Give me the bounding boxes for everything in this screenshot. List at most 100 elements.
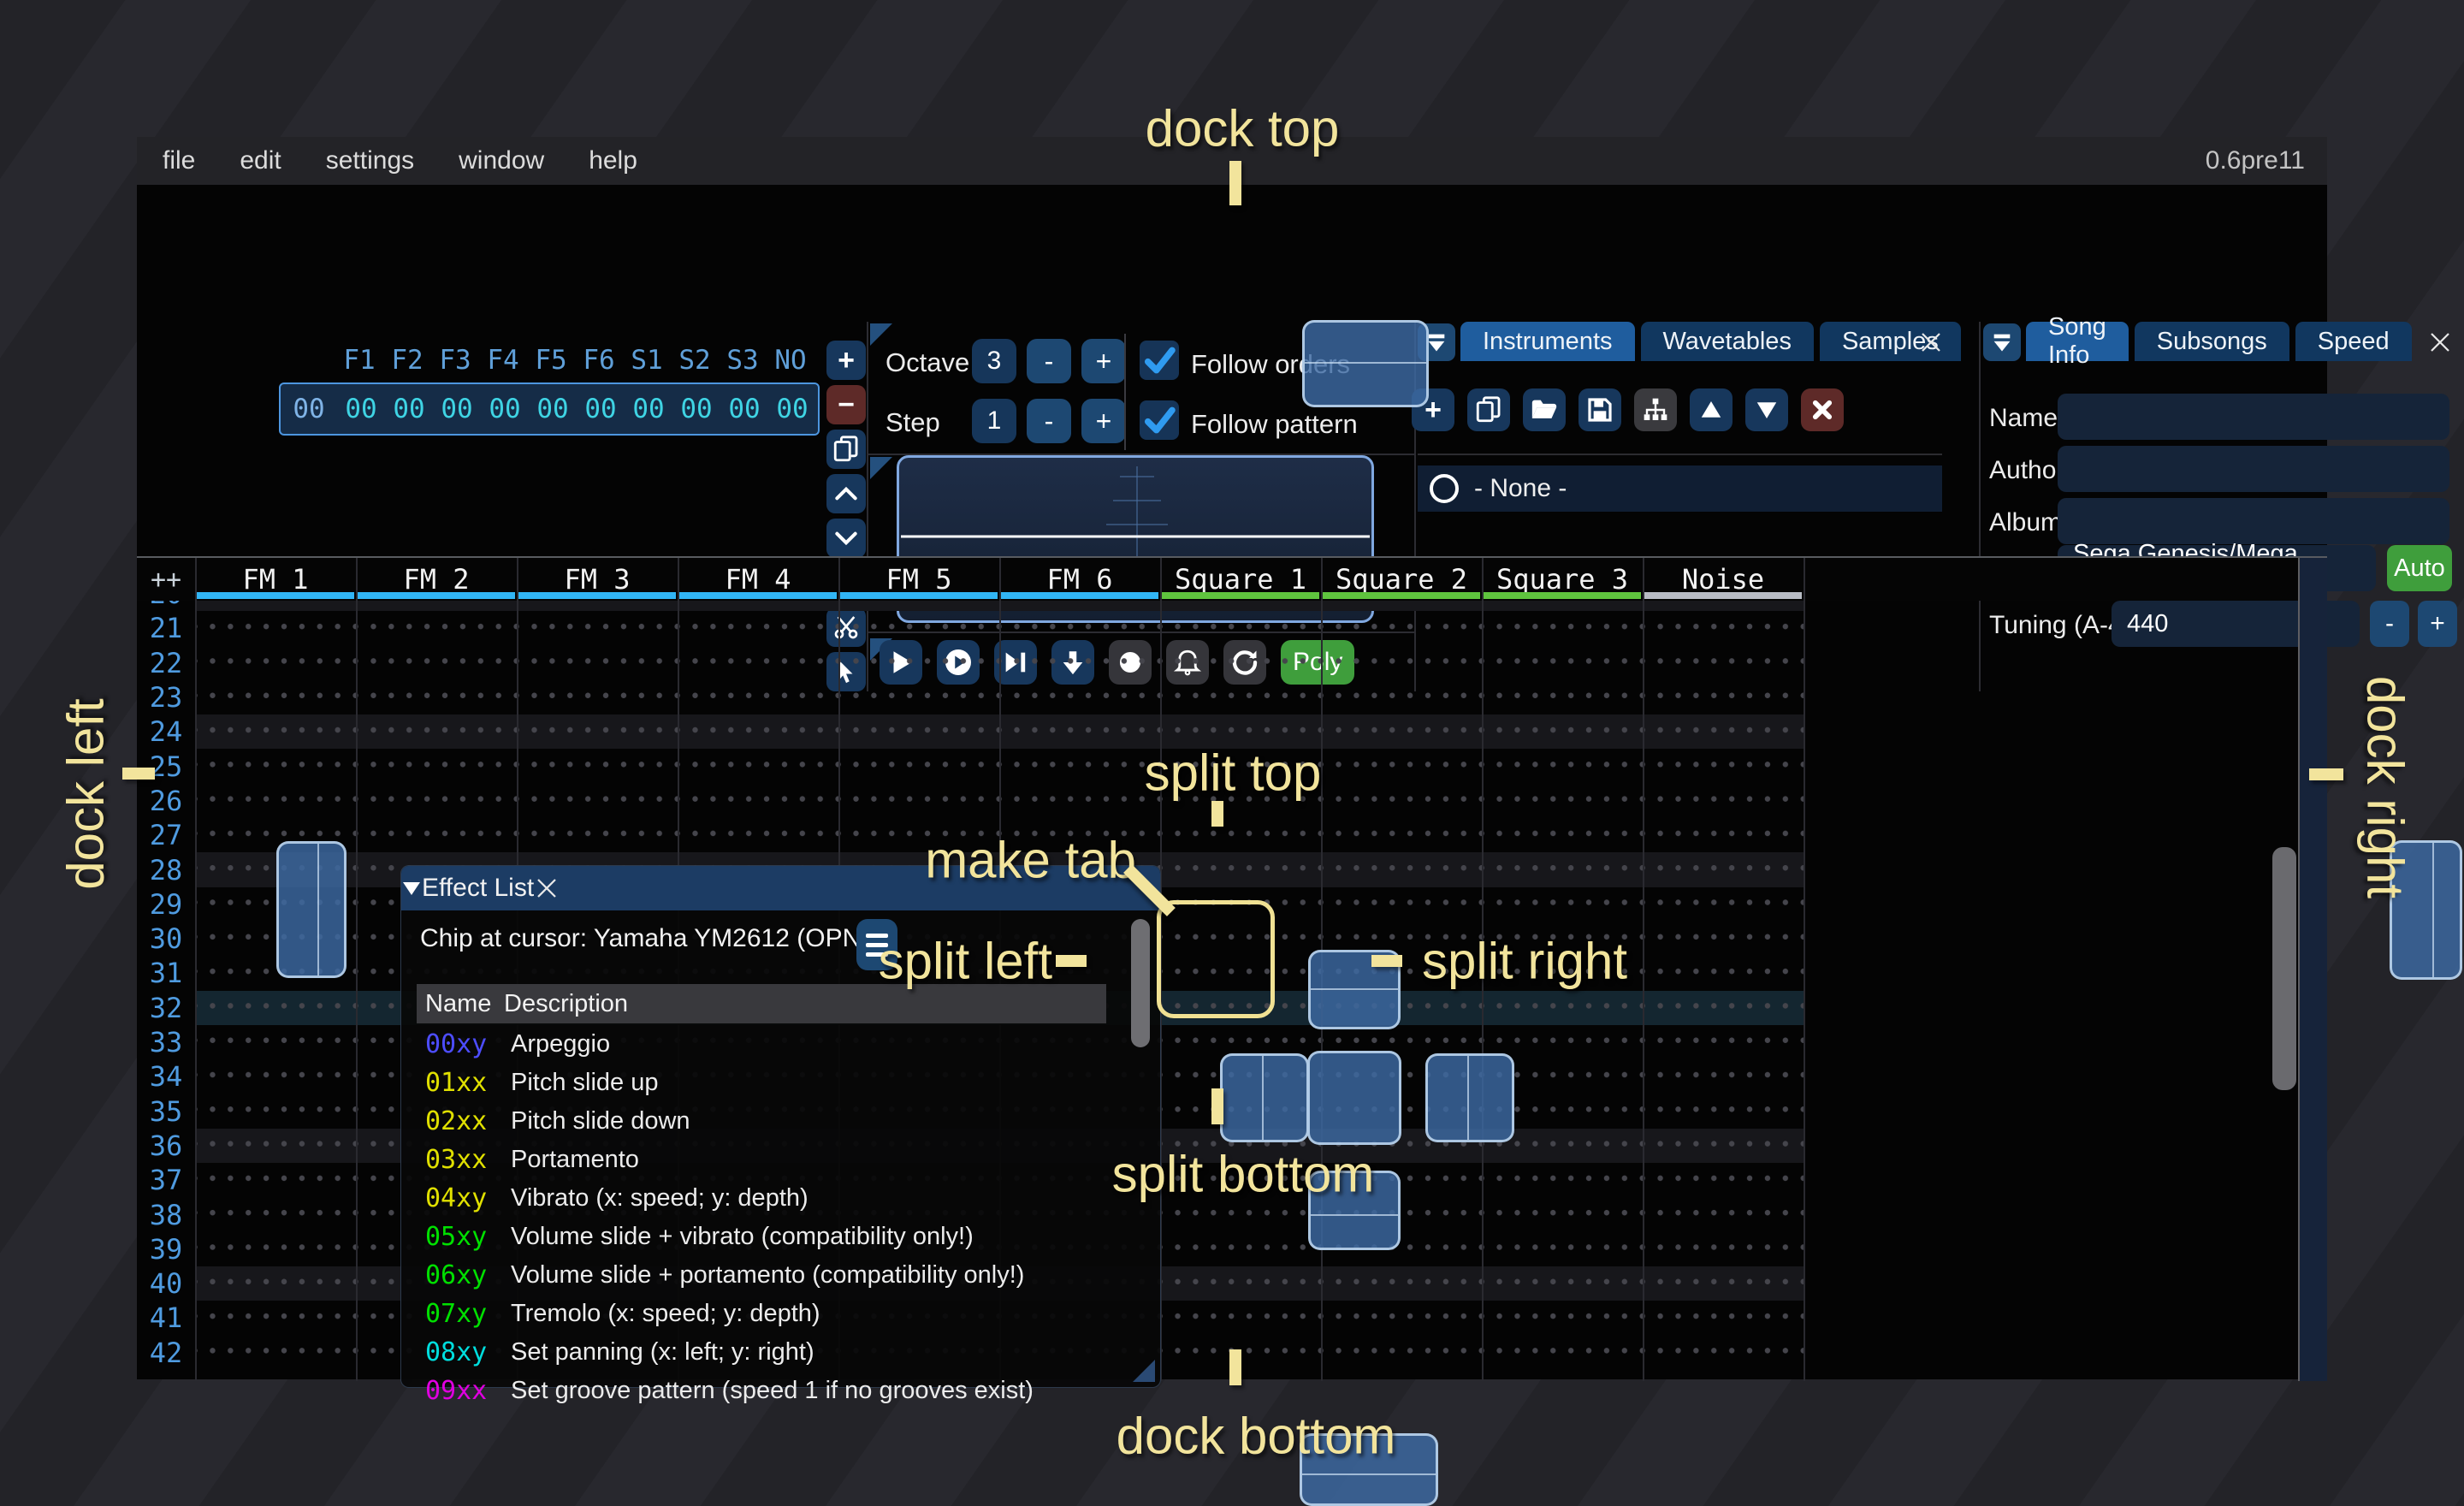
tri-down-icon [1754,397,1780,423]
row-number: 41 [137,1301,195,1334]
follow-orders-checkbox[interactable] [1140,341,1179,380]
effect-row[interactable]: 02xxPitch slide down [417,1102,1135,1141]
fx-collapse-icon [401,878,422,898]
effect-row[interactable]: 00xyArpeggio [417,1025,1135,1064]
order-cell[interactable]: 00 [481,394,529,424]
author-field[interactable] [2058,446,2449,492]
order-cell[interactable]: 00 [577,394,625,424]
tuning-minus-button[interactable]: - [2370,601,2409,647]
orders-move-down-button[interactable] [826,519,866,558]
orders-remove-button[interactable]: − [826,385,866,424]
song-info-close-button[interactable] [2421,323,2459,361]
order-cell[interactable]: 00 [337,394,385,424]
channel-color-bar [1162,592,1319,599]
effect-row[interactable]: 07xyTremolo (x: speed; y: depth) [417,1295,1135,1333]
collapse-icon [1990,330,2014,354]
instruments-close-button[interactable] [1912,323,1950,361]
order-cell[interactable]: 00 [529,394,577,424]
order-cell[interactable]: 00 [433,394,481,424]
order-cell[interactable]: 00 [672,394,720,424]
menu-item-window[interactable]: window [459,146,544,175]
octave-value[interactable]: 3 [972,339,1016,383]
channel-header-fm-1[interactable]: FM 1 [195,558,356,601]
split-left-target[interactable] [1220,1053,1309,1142]
pattern-corner-button[interactable]: ++ [137,558,195,601]
channel-header-square-1[interactable]: Square 1 [1160,558,1321,601]
menu-item-help[interactable]: help [589,146,637,175]
version-label: 0.6pre11 [2206,137,2305,185]
effect-row[interactable]: 01xxPitch slide up [417,1064,1135,1102]
effect-row[interactable]: 08xySet panning (x: left; y: right) [417,1333,1135,1372]
annotation-line [122,768,155,780]
order-cell[interactable]: 00 [625,394,672,424]
folders-icon [1642,396,1669,424]
instruments-tab-instruments[interactable]: Instruments [1460,322,1635,361]
close-icon[interactable] [534,875,560,901]
effect-row[interactable]: 04xyVibrato (x: speed; y: depth) [417,1179,1135,1218]
effect-row[interactable]: 06xyVolume slide + portamento (compatibi… [417,1256,1135,1295]
song-info-collapse-button[interactable] [1983,323,2021,361]
make-tab-target[interactable] [1307,1051,1401,1145]
channel-header-fm-3[interactable]: FM 3 [517,558,678,601]
instrument-move-down-button[interactable] [1745,388,1788,431]
instrument-open-button[interactable] [1523,388,1566,431]
resize-grip[interactable] [1133,1360,1155,1382]
instrument-move-up-button[interactable] [1690,388,1732,431]
octave-plus-button[interactable]: + [1081,339,1126,383]
effect-row[interactable]: 09xxSet groove pattern (speed 1 if no gr… [417,1372,1135,1410]
instrument-duplicate-button[interactable] [1467,388,1510,431]
pattern-scrollbar-thumb[interactable] [2272,847,2296,1090]
song-tab-subsongs[interactable]: Subsongs [2135,322,2289,361]
duplicate-icon [1474,395,1503,424]
row-number: 35 [137,1095,195,1128]
channel-header-fm-6[interactable]: FM 6 [999,558,1160,601]
step-value[interactable]: 1 [972,399,1016,443]
make-tab-highlight-ring [1157,900,1275,1018]
name-field[interactable] [2058,394,2449,440]
orders-move-up-button[interactable] [826,474,866,513]
channel-header-square-3[interactable]: Square 3 [1482,558,1643,601]
instrument-list-item[interactable]: - None - [1418,465,1942,512]
channel-header-fm-4[interactable]: FM 4 [678,558,838,601]
effect-row[interactable]: 03xxPortamento [417,1141,1135,1179]
effect-description: Pitch slide down [511,1107,690,1135]
follow-pattern-checkbox[interactable] [1140,400,1179,440]
instrument-folders-button[interactable] [1634,388,1677,431]
instrument-delete-button[interactable] [1801,388,1844,431]
annotation-make-tab: make tab [925,831,1136,890]
octave-minus-button[interactable]: - [1027,339,1071,383]
close-icon[interactable] [1918,329,1944,355]
effect-row[interactable]: 05xyVolume slide + vibrato (compatibilit… [417,1218,1135,1256]
effect-description: Arpeggio [511,1030,610,1058]
song-tab-song-info[interactable]: Song Info [2026,322,2129,361]
order-cell[interactable]: 00 [720,394,768,424]
channel-header-fm-2[interactable]: FM 2 [356,558,517,601]
auto-button[interactable]: Auto [2387,545,2452,591]
dock-left-target[interactable] [276,841,346,978]
split-right-target[interactable] [1425,1053,1514,1142]
album-field[interactable] [2058,498,2449,544]
dock-top-target[interactable] [1302,320,1429,407]
orders-row[interactable]: 0000000000000000000000 [279,382,820,436]
step-minus-button[interactable]: - [1027,399,1071,443]
order-cell[interactable]: 00 [385,394,433,424]
step-plus-button[interactable]: + [1081,399,1126,443]
menu-item-settings[interactable]: settings [326,146,414,175]
instruments-tab-wavetables[interactable]: Wavetables [1641,322,1814,361]
menu-item-file[interactable]: file [163,146,195,175]
orders-column-F1: F1 [335,345,383,379]
pattern-scrollbar-track[interactable] [2300,558,2327,1381]
channel-header-noise[interactable]: Noise [1643,558,1804,601]
orders-add-button[interactable]: + [826,341,866,380]
order-cell[interactable]: 00 [768,394,816,424]
close-icon[interactable] [2427,329,2453,355]
channel-header-square-2[interactable]: Square 2 [1321,558,1482,601]
instruments-toolbar: + [1412,388,1844,431]
instrument-save-button[interactable] [1578,388,1621,431]
tuning-plus-button[interactable]: + [2418,601,2457,647]
channel-header-fm-5[interactable]: FM 5 [838,558,999,601]
menu-item-edit[interactable]: edit [240,146,281,175]
song-tab-speed[interactable]: Speed [2295,322,2412,361]
name-label: Name [1989,404,2058,433]
orders-duplicate-button[interactable] [826,430,866,469]
